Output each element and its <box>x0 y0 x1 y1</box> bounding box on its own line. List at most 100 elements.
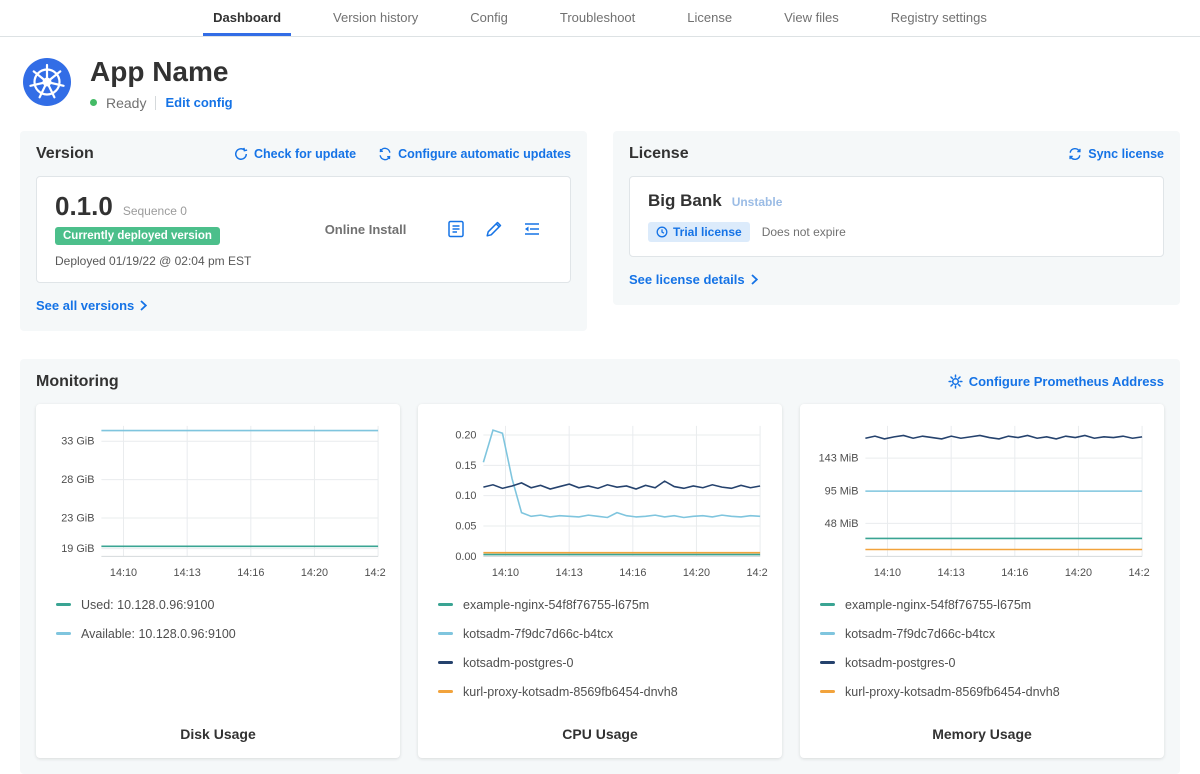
tab-view-files[interactable]: View files <box>758 0 865 36</box>
tab-registry-settings[interactable]: Registry settings <box>865 0 1013 36</box>
svg-text:14:13: 14:13 <box>174 567 201 579</box>
svg-text:14:10: 14:10 <box>874 567 901 579</box>
tab-troubleshoot[interactable]: Troubleshoot <box>534 0 661 36</box>
legend-swatch <box>438 632 453 635</box>
configure-automatic-updates-link[interactable]: Configure automatic updates <box>378 147 571 161</box>
see-all-versions-link[interactable]: See all versions <box>36 298 147 313</box>
release-notes-icon[interactable] <box>446 219 466 239</box>
legend-item: Used: 10.128.0.96:9100 <box>56 598 386 612</box>
legend-item: example-nginx-54f8f76755-l675m <box>438 598 768 612</box>
trial-license-badge: Trial license <box>648 222 750 242</box>
chevron-right-icon <box>140 300 147 311</box>
legend-item: kotsadm-postgres-0 <box>438 656 768 670</box>
memory-usage-legend: example-nginx-54f8f76755-l675m kotsadm-7f… <box>814 598 1150 714</box>
svg-text:14:16: 14:16 <box>1001 567 1028 579</box>
monitoring-title: Monitoring <box>36 373 119 391</box>
cards-row: Version Check for update <box>0 125 1200 331</box>
tab-config[interactable]: Config <box>444 0 534 36</box>
app-header: App Name Ready Edit config <box>0 37 1200 125</box>
legend-item: kotsadm-7f9dc7d66c-b4tcx <box>820 627 1150 641</box>
install-type-label: Online Install <box>325 222 407 237</box>
legend-swatch <box>438 690 453 693</box>
svg-text:48 MiB: 48 MiB <box>825 518 859 530</box>
svg-text:14:16: 14:16 <box>237 567 264 579</box>
svg-text:28 GiB: 28 GiB <box>61 474 94 486</box>
svg-text:14:16: 14:16 <box>619 567 646 579</box>
kubernetes-logo-icon <box>22 57 72 107</box>
legend-label: kotsadm-postgres-0 <box>845 656 955 670</box>
legend-swatch <box>820 661 835 664</box>
tab-license[interactable]: License <box>661 0 758 36</box>
legend-item: kurl-proxy-kotsadm-8569fb6454-dnvh8 <box>820 685 1150 699</box>
monitoring-section: Monitoring Configure Prometheus Address … <box>20 359 1180 774</box>
legend-swatch <box>438 661 453 664</box>
disk-usage-chart-card: 14:1014:1314:1614:2014:2333 GiB28 GiB23 … <box>36 404 400 758</box>
svg-text:14:23: 14:23 <box>365 567 386 579</box>
svg-text:14:13: 14:13 <box>556 567 583 579</box>
legend-item: kurl-proxy-kotsadm-8569fb6454-dnvh8 <box>438 685 768 699</box>
top-nav: Dashboard Version history Config Trouble… <box>0 0 1200 37</box>
legend-label: Available: 10.128.0.96:9100 <box>81 627 236 641</box>
legend-item: example-nginx-54f8f76755-l675m <box>820 598 1150 612</box>
legend-swatch <box>438 603 453 606</box>
configure-prometheus-link[interactable]: Configure Prometheus Address <box>948 374 1164 389</box>
license-panel: License Sync license Big Bank Unstable <box>613 131 1180 305</box>
see-license-details-link[interactable]: See license details <box>629 272 758 287</box>
deployed-timestamp: Deployed 01/19/22 @ 02:04 pm EST <box>55 254 285 268</box>
svg-text:0.15: 0.15 <box>455 460 476 472</box>
divider <box>155 96 156 110</box>
svg-text:14:23: 14:23 <box>747 567 768 579</box>
page-title: App Name <box>90 57 233 88</box>
svg-text:14:13: 14:13 <box>938 567 965 579</box>
cpu-usage-legend: example-nginx-54f8f76755-l675m kotsadm-7f… <box>432 598 768 714</box>
tab-version-history[interactable]: Version history <box>307 0 444 36</box>
legend-label: Used: 10.128.0.96:9100 <box>81 598 214 612</box>
sync-license-link[interactable]: Sync license <box>1068 147 1164 161</box>
current-version-card: 0.1.0 Sequence 0 Currently deployed vers… <box>36 176 571 283</box>
svg-text:14:20: 14:20 <box>683 567 710 579</box>
svg-text:19 GiB: 19 GiB <box>61 543 94 555</box>
svg-text:95 MiB: 95 MiB <box>825 485 859 497</box>
status-text: Ready <box>106 95 146 111</box>
svg-text:14:10: 14:10 <box>492 567 519 579</box>
memory-usage-chart: 14:1014:1314:1614:2014:23143 MiB95 MiB48… <box>814 416 1150 584</box>
sync-icon <box>1068 147 1082 161</box>
license-channel: Unstable <box>732 195 783 209</box>
view-diff-icon[interactable] <box>522 219 542 239</box>
edit-config-link[interactable]: Edit config <box>165 95 232 110</box>
cpu-usage-chart-card: 14:10 14:13 14:16 14:20 14:23 0.20 0.15 0.10 0.0… <box>418 404 782 758</box>
legend-label: example-nginx-54f8f76755-l675m <box>463 598 649 612</box>
license-card: Big Bank Unstable Trial license Does not… <box>629 176 1164 257</box>
svg-text:0.20: 0.20 <box>455 429 476 441</box>
legend-label: kotsadm-7f9dc7d66c-b4tcx <box>845 627 995 641</box>
edit-version-icon[interactable] <box>484 219 504 239</box>
license-expiration: Does not expire <box>762 225 846 239</box>
memory-usage-chart-card: 14:1014:1314:1614:2014:23143 MiB95 MiB48… <box>800 404 1164 758</box>
svg-text:14:23: 14:23 <box>1129 567 1150 579</box>
charts-row: 14:1014:1314:1614:2014:2333 GiB28 GiB23 … <box>36 404 1164 758</box>
svg-text:14:20: 14:20 <box>301 567 328 579</box>
check-for-update-link[interactable]: Check for update <box>234 147 356 161</box>
svg-text:33 GiB: 33 GiB <box>61 435 94 447</box>
chart-title: CPU Usage <box>432 714 768 742</box>
license-name: Big Bank <box>648 191 722 211</box>
chevron-right-icon <box>751 274 758 285</box>
svg-text:0.00: 0.00 <box>455 551 476 563</box>
legend-item: Available: 10.128.0.96:9100 <box>56 627 386 641</box>
deployed-badge: Currently deployed version <box>55 227 220 245</box>
legend-swatch <box>820 632 835 635</box>
version-number: 0.1.0 <box>55 191 113 222</box>
legend-label: kotsadm-postgres-0 <box>463 656 573 670</box>
tab-dashboard[interactable]: Dashboard <box>187 0 307 36</box>
legend-swatch <box>820 603 835 606</box>
clock-icon <box>656 226 668 238</box>
legend-label: kotsadm-7f9dc7d66c-b4tcx <box>463 627 613 641</box>
svg-text:0.05: 0.05 <box>455 520 476 532</box>
legend-item: kotsadm-7f9dc7d66c-b4tcx <box>438 627 768 641</box>
legend-label: kurl-proxy-kotsadm-8569fb6454-dnvh8 <box>463 685 678 699</box>
legend-item: kotsadm-postgres-0 <box>820 656 1150 670</box>
version-sequence: Sequence 0 <box>123 204 187 218</box>
svg-text:0.10: 0.10 <box>455 490 476 502</box>
legend-label: example-nginx-54f8f76755-l675m <box>845 598 1031 612</box>
disk-usage-chart: 14:1014:1314:1614:2014:2333 GiB28 GiB23 … <box>50 416 386 584</box>
